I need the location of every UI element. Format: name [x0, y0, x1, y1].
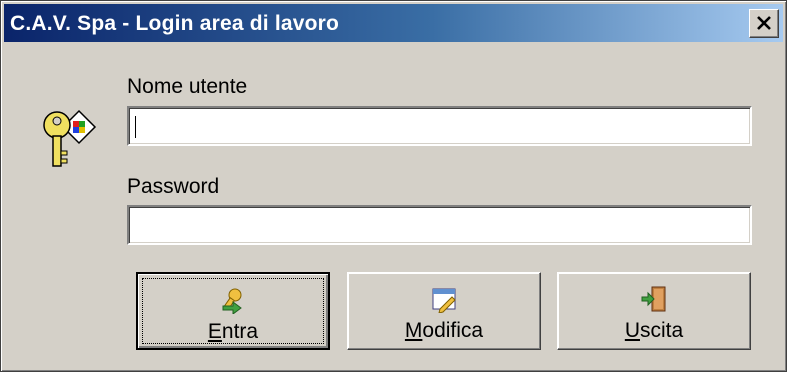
- username-label: Nome utente: [127, 75, 248, 98]
- modifica-icon: [432, 288, 456, 313]
- modifica-button[interactable]: Modifica: [347, 272, 541, 350]
- login-window: C.A.V. Spa - Login area di lavoro Nome u…: [0, 0, 787, 372]
- close-button[interactable]: [749, 9, 779, 38]
- title-bar[interactable]: C.A.V. Spa - Login area di lavoro: [4, 4, 783, 42]
- close-icon: [757, 16, 771, 30]
- username-field[interactable]: [127, 106, 752, 146]
- uscita-icon: [641, 286, 666, 312]
- window-title: C.A.V. Spa - Login area di lavoro: [10, 12, 340, 35]
- uscita-label: Uscita: [624, 319, 684, 342]
- uscita-button[interactable]: Uscita: [557, 272, 751, 350]
- text-caret: [135, 116, 136, 138]
- entra-button[interactable]: Entra: [136, 272, 330, 350]
- keys-icon: [43, 109, 97, 167]
- password-field[interactable]: [127, 205, 752, 245]
- password-label: Password: [127, 175, 220, 198]
- focus-rect: [142, 278, 324, 344]
- modifica-label: Modifica: [404, 319, 484, 342]
